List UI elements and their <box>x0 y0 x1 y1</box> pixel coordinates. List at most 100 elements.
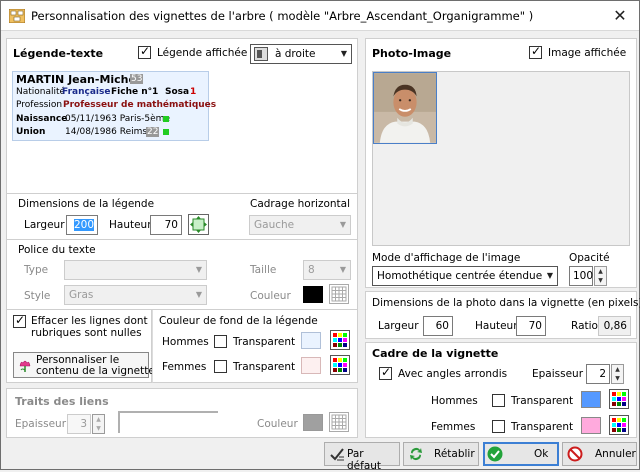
opacity-spinner[interactable]: ▲ ▼ <box>594 266 607 286</box>
photo-mode-label: Mode d'affichage de l'image <box>372 252 521 264</box>
dialog-window: Personnalisation des vignettes de l'arbr… <box>0 0 640 472</box>
bg-men-palette-button[interactable] <box>330 330 350 350</box>
title-bar[interactable]: Personnalisation des vignettes de l'arbr… <box>1 1 639 31</box>
font-type-select[interactable]: ▼ <box>64 260 207 280</box>
close-icon[interactable]: ✕ <box>607 5 633 27</box>
frame-thickness-spinner[interactable]: ▲ ▼ <box>611 364 624 384</box>
preview-union-badge: 22 <box>146 127 160 137</box>
birth-marker-icon <box>163 116 169 122</box>
links-thickness-input[interactable]: 3 <box>67 414 91 434</box>
tree-app-icon <box>9 9 25 23</box>
legend-dims-panel: Dimensions de la légende Largeur 200 Hau… <box>6 194 358 240</box>
preview-fiche-value: 1 <box>152 87 159 97</box>
legend-shown-checkbox[interactable] <box>138 44 151 59</box>
frame-thickness-input[interactable]: 2 <box>586 364 610 384</box>
frame-men-palette-button[interactable] <box>609 389 629 409</box>
cancel-button[interactable]: Annuler <box>562 442 637 466</box>
links-thickness-spinner[interactable]: ▲ ▼ <box>92 414 105 434</box>
erase-label-line1: Effacer les lignes dont les <box>31 315 166 327</box>
bg-women-palette-button[interactable] <box>330 355 350 375</box>
legend-height-input[interactable]: 70 <box>150 215 182 235</box>
frame-women-transparent-checkbox[interactable] <box>492 420 505 433</box>
legend-dims-title: Dimensions de la légende <box>18 198 155 210</box>
legend-title: Légende-texte <box>13 47 104 60</box>
photo-dims-title: Dimensions de la photo dans la vignette … <box>372 297 640 309</box>
frame-value: Gauche <box>254 219 295 231</box>
bg-men-transparent-checkbox[interactable] <box>214 335 227 348</box>
preview-sosa-value: 1 <box>190 87 197 97</box>
chevron-down-icon: ▼ <box>339 265 346 274</box>
bg-women-transparent-checkbox[interactable] <box>214 360 227 373</box>
customize-content-button[interactable]: Personnaliser le contenu de la vignette <box>13 352 155 378</box>
cancel-button-label: Annuler <box>595 448 636 460</box>
font-style-select[interactable]: Gras ▼ <box>64 285 207 305</box>
grid-palette-icon <box>331 414 347 430</box>
photo-height-input[interactable]: 70 <box>516 316 546 336</box>
frame-title: Cadrage horizontal <box>250 198 351 210</box>
grid-palette-icon <box>331 286 347 302</box>
ok-button[interactable]: Ok <box>483 442 559 466</box>
preview-union-label: Union <box>16 127 46 137</box>
preview-birth-value: 05/11/1963 Paris-5ème <box>65 114 170 124</box>
font-type-label: Type <box>24 264 49 276</box>
preview-birth-label: Naissance <box>16 114 68 124</box>
chevron-down-icon: ▼ <box>195 265 202 274</box>
font-color-palette-button[interactable] <box>329 284 349 304</box>
preview-union-value: 14/08/1986 Reims <box>65 127 148 137</box>
frame-select[interactable]: Gauche ▼ <box>249 215 351 235</box>
chevron-down-icon: ▼ <box>340 49 347 58</box>
resize-button[interactable] <box>188 214 209 235</box>
rounded-corners-checkbox[interactable] <box>379 365 392 380</box>
opacity-input[interactable]: 100 <box>569 266 593 286</box>
preview-nat-label: Nationalité <box>16 87 66 97</box>
customize-btn-line2: contenu de la vignette <box>36 365 155 377</box>
font-style-label: Style <box>24 290 51 302</box>
bg-men-color-swatch[interactable] <box>301 332 321 349</box>
tulip-icon <box>19 360 31 372</box>
font-size-select[interactable]: 8 ▼ <box>303 260 351 280</box>
legend-position-select[interactable]: à droite ▼ <box>250 44 352 64</box>
chevron-down-icon: ▼ <box>546 271 553 280</box>
photo-shown-checkbox[interactable] <box>529 44 542 59</box>
frame-men-transparent-label: Transparent <box>511 395 574 407</box>
photo-area <box>372 71 630 246</box>
spin-up-icon: ▲ <box>598 268 603 275</box>
portrait-photo[interactable] <box>373 72 437 144</box>
photo-width-input[interactable]: 60 <box>423 316 453 336</box>
restore-button[interactable]: Rétablir <box>403 442 479 466</box>
links-color-swatch[interactable] <box>303 414 323 431</box>
frame-women-color-swatch[interactable] <box>581 417 601 434</box>
legend-position-value: à droite <box>275 48 316 60</box>
default-button[interactable]: Par défaut <box>324 442 400 472</box>
preview-nat-value: Française <box>62 87 111 97</box>
font-panel: Police du texte Type ▼ Taille 8 ▼ Style … <box>6 240 358 310</box>
color-palette-icon <box>612 418 626 432</box>
bg-women-color-swatch[interactable] <box>301 357 321 374</box>
link-preview-line <box>118 411 218 433</box>
frame-men-transparent-checkbox[interactable] <box>492 394 505 407</box>
frame-women-palette-button[interactable] <box>609 415 629 435</box>
links-panel: Traits des liens Epaisseur 3 ▲ ▼ Couleur <box>6 388 358 438</box>
legend-width-input[interactable]: 200 <box>66 215 98 235</box>
photo-mode-select[interactable]: Homothétique centrée étendue ▼ <box>372 266 558 286</box>
spin-down-icon: ▼ <box>96 425 101 432</box>
links-color-label: Couleur <box>257 418 298 430</box>
font-color-swatch[interactable] <box>303 286 323 303</box>
frame-panel: Cadre de la vignette Avec angles arrondi… <box>365 342 637 438</box>
frame-thickness-label: Epaisseur <box>532 368 584 380</box>
chevron-down-icon: ▼ <box>195 290 202 299</box>
frame-men-color-swatch[interactable] <box>581 391 601 408</box>
links-color-palette-button[interactable] <box>329 412 349 432</box>
erase-null-lines-checkbox[interactable] <box>13 313 26 328</box>
window-title: Personnalisation des vignettes de l'arbr… <box>31 9 534 23</box>
photo-height-label: Hauteur <box>475 320 518 332</box>
move-arrows-icon <box>190 216 207 233</box>
legend-preview-card: MARTIN Jean-Michel 53 Nationalité França… <box>12 71 216 141</box>
font-style-value: Gras <box>69 289 94 301</box>
check-lines-icon <box>330 448 344 461</box>
preview-name: MARTIN Jean-Michel <box>16 73 140 86</box>
refresh-icon <box>410 448 422 460</box>
font-title: Police du texte <box>18 244 96 256</box>
spin-down-icon: ▼ <box>615 375 620 382</box>
links-title: Traits des liens <box>15 395 109 408</box>
